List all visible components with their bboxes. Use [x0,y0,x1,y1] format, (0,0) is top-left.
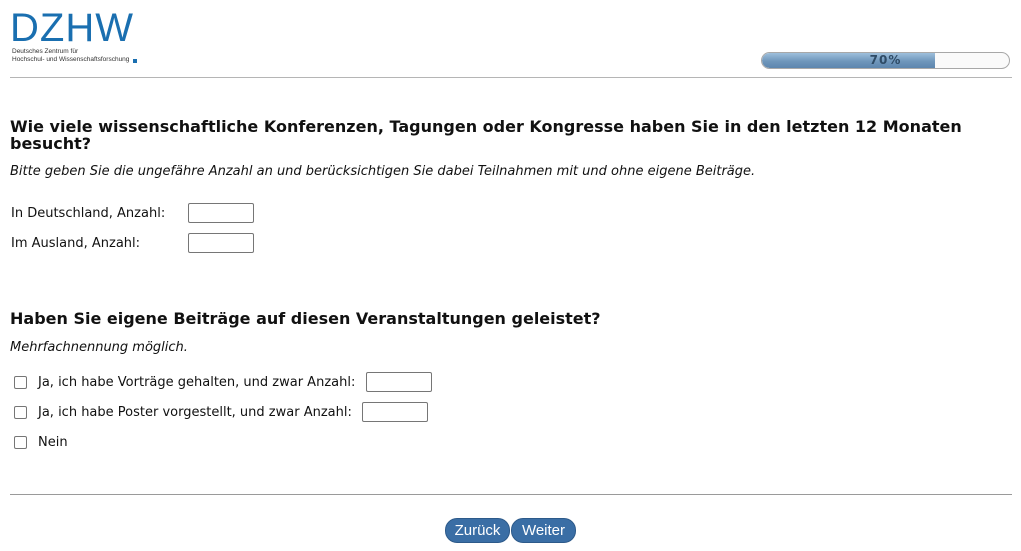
header: DZHW Deutsches Zentrum für Hochschul- un… [0,0,1021,78]
logo-square-icon [133,59,137,63]
question-1-title: Wie viele wissenschaftliche Konferenzen,… [10,117,962,153]
no-option-label: Nein [38,435,68,450]
dzhw-logo: DZHW Deutsches Zentrum für Hochschul- un… [10,6,145,68]
no-checkbox[interactable] [14,436,27,449]
abroad-count-input[interactable] [188,233,254,253]
logo-subtitle-line2: Hochschul- und Wissenschaftsforschung [12,56,130,63]
progress-label: 70% [869,53,902,67]
posters-option-label: Ja, ich habe Poster vorgestellt, und zwa… [38,405,352,420]
logo-wordmark: DZHW [10,6,134,50]
footer-divider [10,494,1012,495]
navigation-bar: Zurück Weiter [0,518,1021,543]
header-divider [10,77,1012,78]
question-2-hint: Mehrfachnennung möglich. [10,340,188,355]
germany-count-input[interactable] [188,203,254,223]
progress-bar: 70% [761,52,1010,69]
posters-count-input[interactable] [362,402,428,422]
field-label-germany: In Deutschland, Anzahl: [11,206,166,221]
posters-checkbox[interactable] [14,406,27,419]
logo-subtitle-line1: Deutsches Zentrum für [12,48,79,55]
talks-option-label: Ja, ich habe Vorträge gehalten, und zwar… [38,375,356,390]
back-button[interactable]: Zurück [445,518,510,543]
talks-checkbox[interactable] [14,376,27,389]
field-label-abroad: Im Ausland, Anzahl: [11,236,141,251]
question-1-hint: Bitte geben Sie die ungefähre Anzahl an … [10,164,756,179]
talks-count-input[interactable] [366,372,432,392]
next-button[interactable]: Weiter [511,518,576,543]
question-2-title: Haben Sie eigene Beiträge auf diesen Ver… [10,309,601,328]
